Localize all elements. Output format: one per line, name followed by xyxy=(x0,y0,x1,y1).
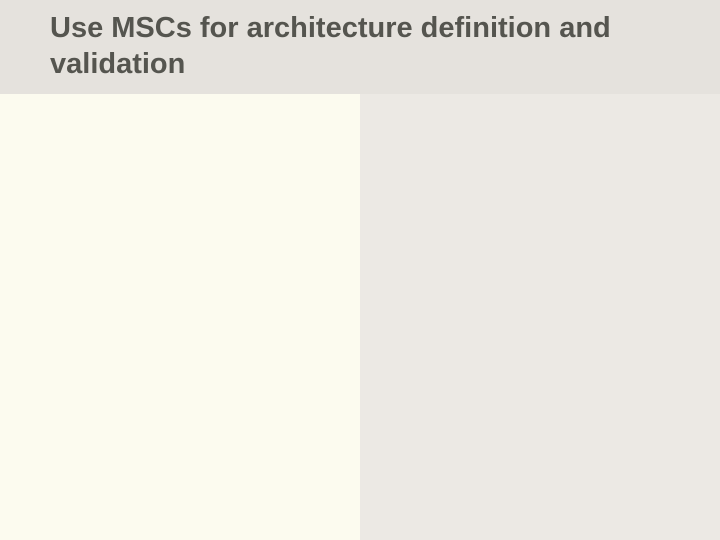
slide-title: Use MSCs for architecture definition and… xyxy=(50,10,720,83)
slide-header: Use MSCs for architecture definition and… xyxy=(0,0,720,94)
slide: Use MSCs for architecture definition and… xyxy=(0,0,720,540)
right-content-panel xyxy=(360,94,720,540)
left-content-panel xyxy=(0,94,360,540)
